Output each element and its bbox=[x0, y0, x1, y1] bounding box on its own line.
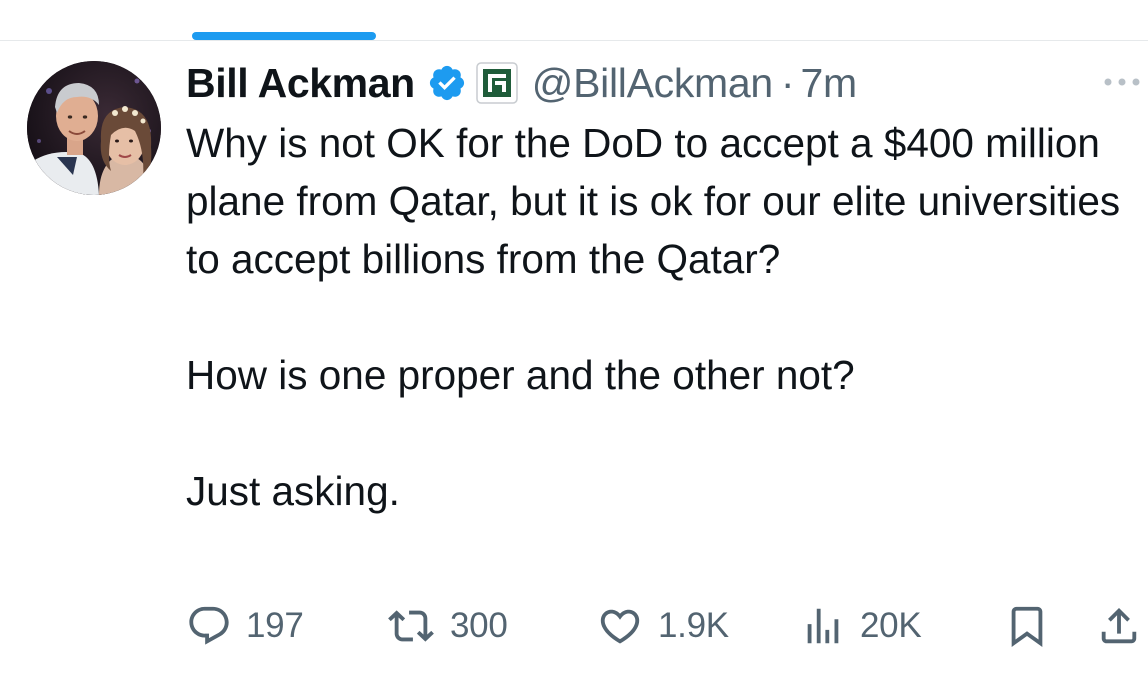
views-chart-icon bbox=[807, 608, 839, 644]
active-tab-indicator bbox=[192, 32, 376, 40]
tweet-body: Why is not OK for the DoD to accept a $4… bbox=[186, 114, 1136, 520]
reply-count: 197 bbox=[246, 606, 304, 645]
more-options-button[interactable] bbox=[1100, 72, 1144, 92]
tweet-actions-bar: 197 300 1.9K 20K bbox=[0, 600, 1148, 652]
author-handle[interactable]: @BillAckman bbox=[532, 60, 773, 107]
more-horizontal-icon bbox=[1104, 78, 1140, 86]
tweet-paragraph: How is one proper and the other not? bbox=[186, 352, 855, 398]
pershing-square-affiliate-icon[interactable] bbox=[476, 62, 518, 104]
tweet-header: Bill Ackman @BillAckman · 7m bbox=[186, 56, 857, 110]
share-icon bbox=[1101, 607, 1137, 644]
like-count: 1.9K bbox=[658, 606, 729, 645]
bookmark-button[interactable] bbox=[1004, 600, 1050, 652]
views-button[interactable]: 20K bbox=[800, 600, 922, 652]
views-count: 20K bbox=[860, 606, 922, 645]
avatar[interactable] bbox=[27, 61, 161, 195]
tweet-paragraph: Why is not OK for the DoD to accept a $4… bbox=[186, 120, 1121, 282]
avatar-image bbox=[27, 61, 161, 195]
author-display-name[interactable]: Bill Ackman bbox=[186, 60, 415, 107]
tweet-timestamp[interactable]: 7m bbox=[801, 60, 858, 107]
divider bbox=[0, 40, 1148, 41]
repost-icon bbox=[388, 610, 434, 642]
header-separator: · bbox=[780, 59, 795, 106]
bookmark-icon bbox=[1011, 606, 1043, 647]
repost-button[interactable]: 300 bbox=[386, 600, 508, 652]
verified-badge-icon[interactable] bbox=[427, 63, 467, 103]
heart-icon bbox=[600, 609, 640, 644]
reply-button[interactable]: 197 bbox=[186, 600, 304, 652]
share-button[interactable] bbox=[1096, 600, 1142, 652]
like-button[interactable]: 1.9K bbox=[596, 600, 729, 652]
repost-count: 300 bbox=[450, 606, 508, 645]
tweet-paragraph: Just asking. bbox=[186, 468, 400, 514]
reply-icon bbox=[189, 606, 229, 645]
